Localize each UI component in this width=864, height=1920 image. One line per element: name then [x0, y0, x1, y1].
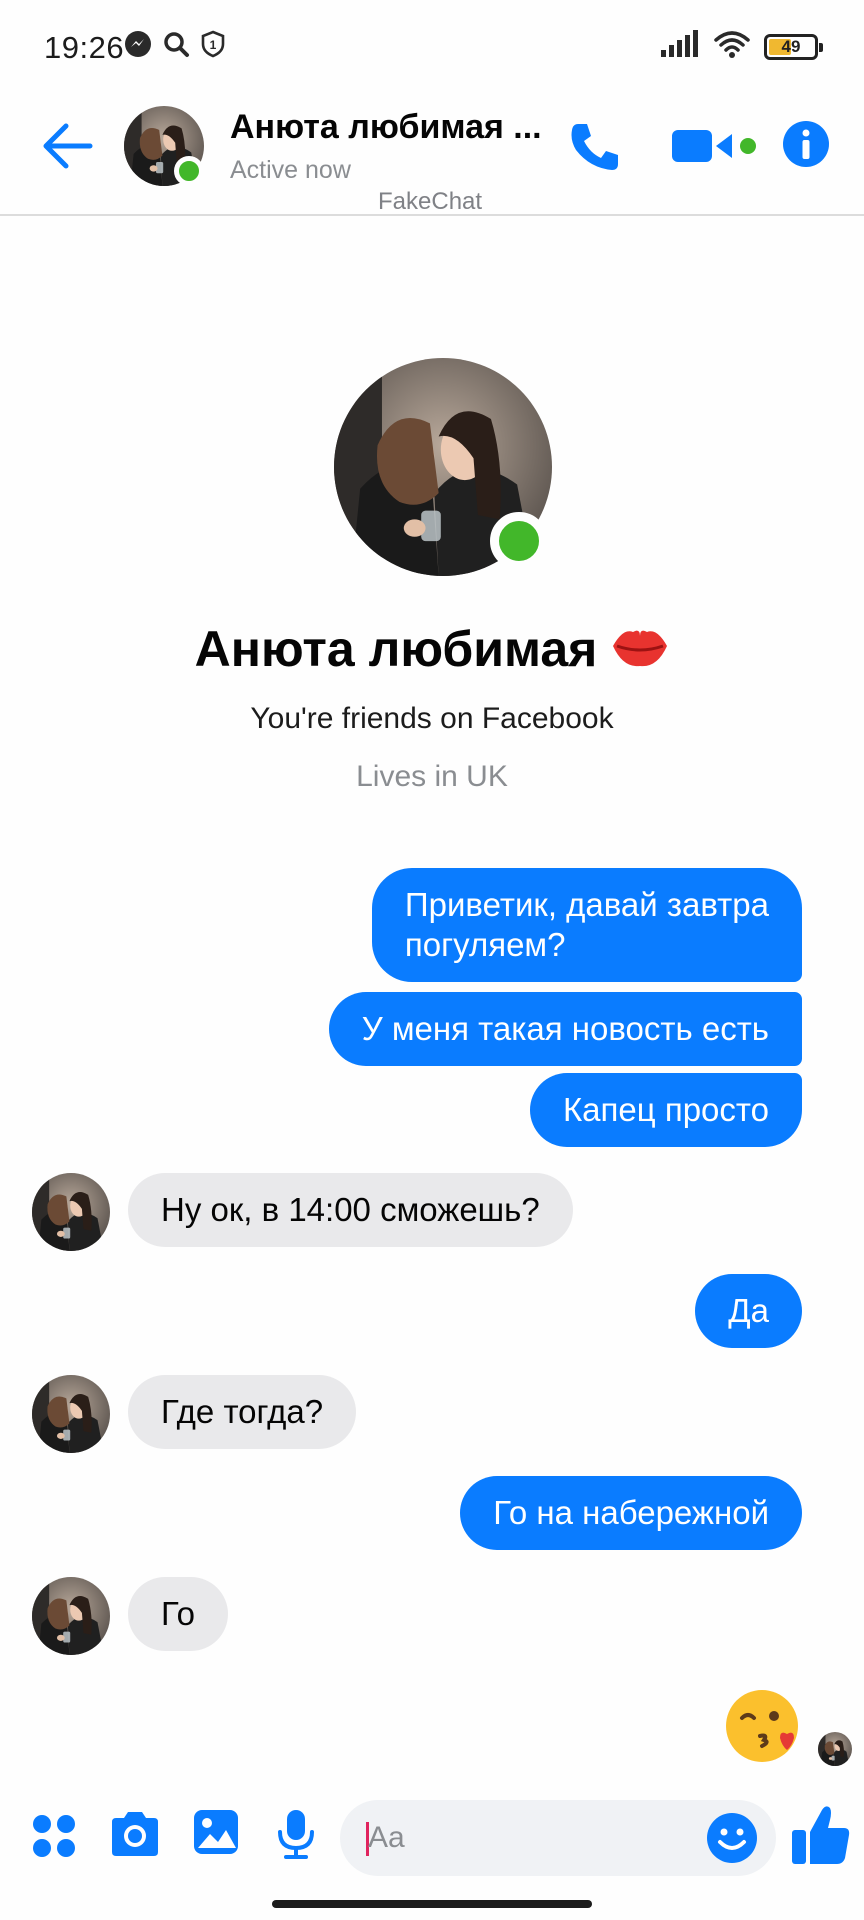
kissing-face-with-heart-emoji[interactable] [724, 1688, 800, 1764]
lips-icon [611, 624, 669, 682]
microphone-icon [278, 1810, 314, 1859]
more-actions-button[interactable] [32, 1814, 76, 1863]
message-bubble-incoming[interactable]: Где тогда? [128, 1375, 357, 1449]
voice-button[interactable] [276, 1808, 316, 1865]
audio-call-button[interactable] [568, 120, 622, 174]
profile-online-indicator [490, 512, 548, 570]
message-bubble-outgoing[interactable]: У меня такая новость есть [328, 992, 802, 1066]
message-line: погуляем? [404, 926, 566, 963]
message-input[interactable] [368, 1800, 698, 1876]
like-button[interactable] [790, 1804, 852, 1871]
message-bubble-outgoing[interactable]: Капец просто [529, 1073, 802, 1147]
battery-level-text: 49 [781, 36, 801, 56]
status-time: 19:26 [44, 30, 125, 65]
camera-icon [112, 1812, 158, 1856]
profile-name-text: Анюта любимая [194, 621, 598, 677]
video-call-button[interactable] [670, 122, 762, 170]
status-icons-right: 49 [660, 30, 823, 63]
svg-text:1: 1 [210, 38, 217, 52]
sender-avatar[interactable] [32, 1173, 110, 1251]
back-icon [43, 123, 93, 169]
message-input-container [340, 1800, 776, 1876]
friends-status: You're friends on Facebook [250, 702, 614, 735]
message-bubble-incoming[interactable]: Го [128, 1577, 229, 1651]
online-indicator [174, 156, 204, 186]
message-line: Приветик, давай завтра [404, 886, 769, 923]
status-bar: 19:26 1 49 [0, 0, 864, 96]
contact-status: Active now [230, 156, 351, 184]
search-icon [162, 30, 190, 63]
home-indicator [272, 1900, 592, 1908]
back-button[interactable] [40, 120, 96, 172]
app-watermark: FakeChat [378, 188, 483, 215]
sender-avatar[interactable] [32, 1577, 110, 1655]
camera-button[interactable] [108, 1810, 162, 1863]
gallery-icon [194, 1810, 238, 1854]
messenger-notification-icon [124, 30, 152, 63]
battery-icon: 49 [764, 33, 823, 60]
info-button[interactable] [782, 120, 830, 168]
video-camera-icon [672, 130, 756, 162]
sender-avatar[interactable] [32, 1375, 110, 1453]
status-icons-left: 1 [124, 30, 226, 63]
gallery-button[interactable] [192, 1808, 240, 1861]
message-composer [0, 1780, 864, 1890]
message-bubble-outgoing[interactable]: Го на набережной [460, 1476, 802, 1550]
message-bubble-outgoing[interactable]: Да [695, 1274, 802, 1348]
phone-icon [571, 124, 618, 170]
message-bubble-incoming[interactable]: Ну ок, в 14:00 сможешь? [128, 1173, 573, 1247]
message-bubble-outgoing[interactable]: Приветик, давай завтра погуляем? [371, 868, 802, 982]
signal-icon [660, 30, 700, 63]
emoji-icon [707, 1813, 757, 1863]
like-icon [792, 1806, 850, 1864]
emoji-button[interactable] [706, 1812, 758, 1869]
location-text: Lives in UK [356, 760, 508, 793]
info-icon [783, 121, 829, 167]
wifi-icon [714, 30, 750, 63]
menu-dots-icon [33, 1815, 75, 1857]
shield-icon: 1 [200, 30, 226, 63]
seen-receipt-avatar [818, 1732, 852, 1766]
profile-name: Анюта любимая [0, 620, 864, 682]
contact-name[interactable]: Анюта любимая ... [230, 108, 542, 147]
chat-header: Анюта любимая ... Active now FakeChat [0, 96, 864, 216]
